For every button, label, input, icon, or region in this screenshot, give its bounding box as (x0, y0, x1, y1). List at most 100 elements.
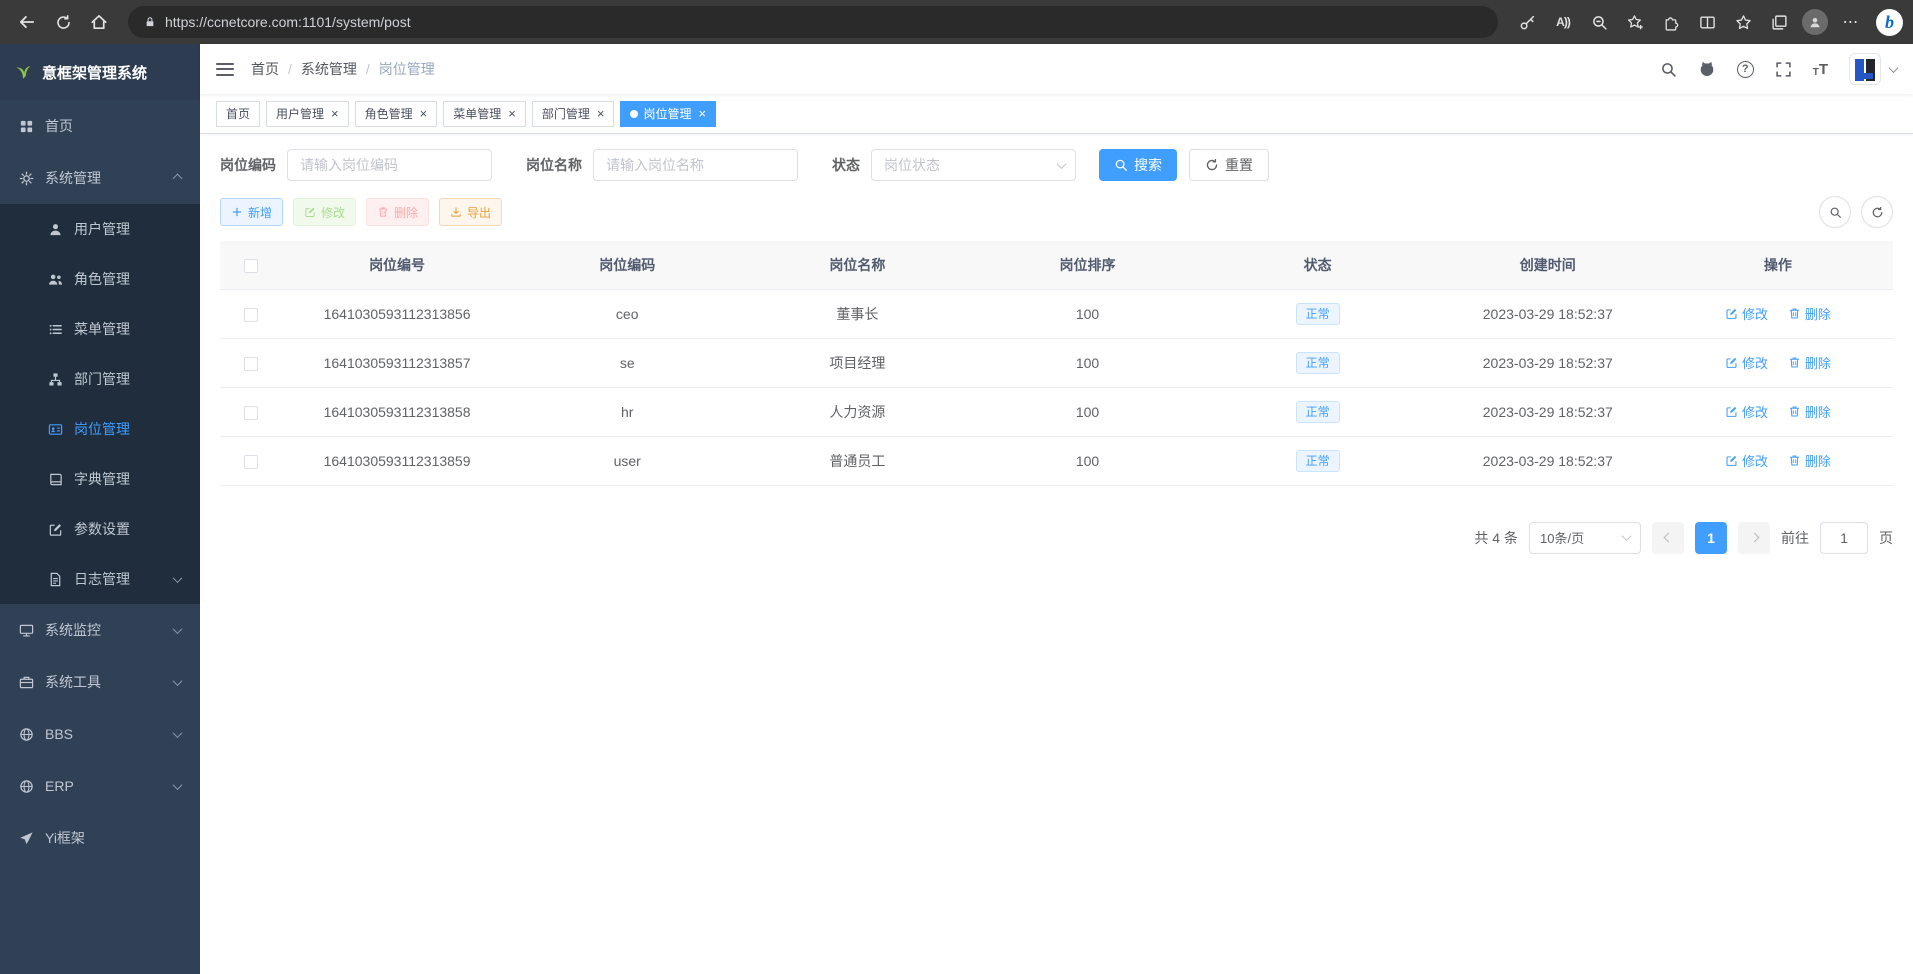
row-checkbox[interactable] (244, 455, 258, 469)
sidebar-item-label: 角色管理 (74, 269, 130, 289)
post-id-cell: 1641030593112313857 (282, 338, 512, 387)
row-edit-link[interactable]: 修改 (1725, 304, 1768, 323)
close-icon[interactable]: × (331, 107, 339, 120)
favorites-icon[interactable] (1726, 5, 1760, 39)
tab-home[interactable]: 首页 (216, 101, 260, 127)
browser-profile-button[interactable] (1798, 5, 1832, 39)
user-avatar[interactable] (1849, 53, 1881, 85)
browser-back-button[interactable] (10, 5, 44, 39)
toggle-search-button[interactable] (1819, 196, 1851, 228)
sidebar-item-user-mgmt[interactable]: 用户管理 (0, 204, 200, 254)
sidebar-item-dict-mgmt[interactable]: 字典管理 (0, 454, 200, 504)
add-favorite-icon[interactable] (1618, 5, 1652, 39)
page-number-button[interactable]: 1 (1695, 522, 1727, 554)
edit-icon (1725, 356, 1738, 369)
column-header-post-name: 岗位名称 (829, 257, 885, 273)
read-aloud-icon[interactable]: A)) (1546, 5, 1580, 39)
sidebar-toggle-icon[interactable] (216, 63, 234, 76)
row-checkbox[interactable] (244, 406, 258, 420)
close-icon[interactable]: × (698, 107, 706, 120)
sidebar-item-dept-mgmt[interactable]: 部门管理 (0, 354, 200, 404)
avatar-dropdown-icon[interactable] (1889, 63, 1899, 73)
extensions-icon[interactable] (1654, 5, 1688, 39)
row-delete-link[interactable]: 删除 (1788, 451, 1831, 470)
close-icon[interactable]: × (508, 107, 516, 120)
sidebar-item-home[interactable]: 首页 (0, 100, 200, 152)
zoom-out-icon[interactable] (1582, 5, 1616, 39)
edit-link-label: 修改 (1742, 402, 1768, 421)
collections-icon[interactable] (1762, 5, 1796, 39)
status-badge: 正常 (1296, 303, 1340, 325)
system-submenu: 用户管理 角色管理 菜单管理 部门管理 岗位管理 (0, 204, 200, 604)
app-logo[interactable]: 意框架管理系统 (0, 44, 200, 100)
post-sort-cell: 100 (972, 289, 1202, 338)
edit-icon (1725, 307, 1738, 320)
sidebar-item-label: 菜单管理 (74, 319, 130, 339)
page-size-select[interactable]: 10条/页 (1529, 522, 1641, 554)
top-navbar: 首页 / 系统管理 / 岗位管理 ? TT (200, 44, 1913, 94)
password-key-icon[interactable] (1510, 5, 1544, 39)
sidebar-item-post-mgmt[interactable]: 岗位管理 (0, 404, 200, 454)
status-select[interactable]: 岗位状态 (871, 149, 1076, 181)
sidebar-item-system-mgmt[interactable]: 系统管理 (0, 152, 200, 204)
delete-button[interactable]: 删除 (366, 198, 429, 226)
address-bar[interactable]: https://ccnetcore.com:1101/system/post (128, 6, 1498, 38)
tab-user-mgmt[interactable]: 用户管理× (266, 101, 349, 127)
edit-link-label: 修改 (1742, 353, 1768, 372)
table-row: 1641030593112313859 user 普通员工 100 正常 202… (220, 436, 1893, 485)
row-delete-link[interactable]: 删除 (1788, 304, 1831, 323)
add-button[interactable]: 新增 (220, 198, 283, 226)
tab-menu-mgmt[interactable]: 菜单管理× (443, 101, 526, 127)
reset-button[interactable]: 重置 (1189, 149, 1269, 181)
sidebar-item-yi-framework[interactable]: Yi框架 (0, 812, 200, 864)
breadcrumb-system-mgmt[interactable]: 系统管理 (301, 59, 357, 79)
row-delete-link[interactable]: 删除 (1788, 353, 1831, 372)
sidebar-item-menu-mgmt[interactable]: 菜单管理 (0, 304, 200, 354)
chevron-down-icon (173, 573, 183, 583)
github-icon[interactable] (1698, 60, 1716, 78)
browser-menu-icon[interactable]: ⋯ (1834, 5, 1868, 39)
close-icon[interactable]: × (420, 107, 428, 120)
help-icon[interactable]: ? (1737, 61, 1754, 78)
row-edit-link[interactable]: 修改 (1725, 451, 1768, 470)
sidebar-item-param-settings[interactable]: 参数设置 (0, 504, 200, 554)
export-button[interactable]: 导出 (439, 198, 502, 226)
toolbox-icon (19, 675, 34, 690)
fullscreen-icon[interactable] (1775, 61, 1792, 78)
search-button[interactable]: 搜索 (1099, 149, 1177, 181)
select-all-checkbox[interactable] (244, 259, 258, 273)
row-edit-link[interactable]: 修改 (1725, 402, 1768, 421)
row-checkbox[interactable] (244, 357, 258, 371)
sidebar-item-system-monitor[interactable]: 系统监控 (0, 604, 200, 656)
goto-page-input[interactable] (1820, 522, 1868, 554)
tab-dept-mgmt[interactable]: 部门管理× (532, 101, 615, 127)
bing-icon[interactable]: b (1876, 9, 1903, 36)
row-delete-link[interactable]: 删除 (1788, 402, 1831, 421)
font-size-icon[interactable]: TT (1813, 61, 1828, 78)
sidebar-item-system-tools[interactable]: 系统工具 (0, 656, 200, 708)
sidebar-item-log-mgmt[interactable]: 日志管理 (0, 554, 200, 604)
browser-refresh-button[interactable] (46, 5, 80, 39)
sidebar-item-bbs[interactable]: BBS (0, 708, 200, 760)
prev-page-button[interactable] (1652, 522, 1684, 554)
next-page-button[interactable] (1738, 522, 1770, 554)
tab-role-mgmt[interactable]: 角色管理× (355, 101, 438, 127)
tab-post-mgmt[interactable]: 岗位管理× (620, 101, 716, 127)
refresh-table-button[interactable] (1861, 196, 1893, 228)
post-name-input[interactable] (593, 149, 798, 181)
sidebar-item-role-mgmt[interactable]: 角色管理 (0, 254, 200, 304)
breadcrumb-home[interactable]: 首页 (251, 59, 279, 79)
edit-button[interactable]: 修改 (293, 198, 356, 226)
row-checkbox[interactable] (244, 308, 258, 322)
edit-icon (48, 522, 63, 537)
close-icon[interactable]: × (597, 107, 605, 120)
chevron-down-icon (1622, 531, 1632, 541)
sidebar-item-erp[interactable]: ERP (0, 760, 200, 812)
post-code-input[interactable] (287, 149, 492, 181)
split-screen-icon[interactable] (1690, 5, 1724, 39)
header-search-icon[interactable] (1660, 61, 1677, 78)
sidebar-item-label: Yi框架 (45, 828, 85, 848)
browser-home-button[interactable] (82, 5, 116, 39)
row-edit-link[interactable]: 修改 (1725, 353, 1768, 372)
breadcrumb-separator: / (288, 61, 292, 77)
